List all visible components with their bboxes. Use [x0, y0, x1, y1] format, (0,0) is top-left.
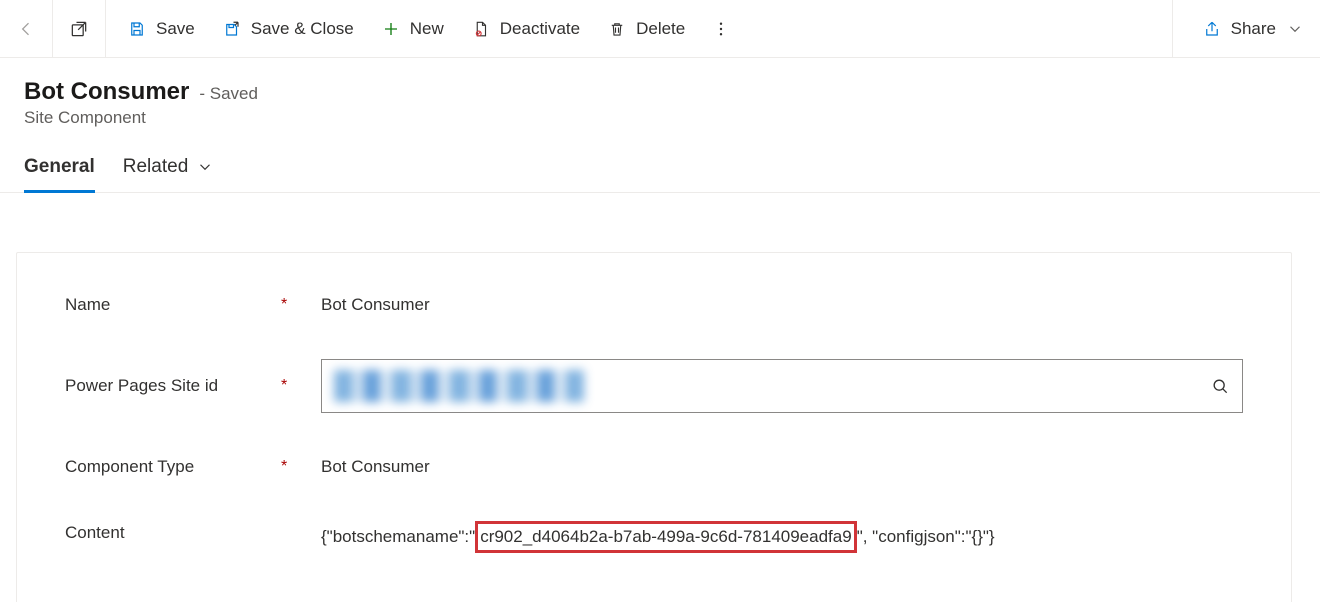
- field-component-type-value[interactable]: Bot Consumer: [321, 457, 1243, 477]
- field-name-value[interactable]: Bot Consumer: [321, 295, 1243, 315]
- delete-label: Delete: [636, 19, 685, 39]
- new-label: New: [410, 19, 444, 39]
- redacted-value: [334, 370, 584, 402]
- field-content: Content {"botschemaname":"cr902_d4064b2a…: [65, 521, 1243, 561]
- overflow-button[interactable]: [705, 13, 737, 45]
- save-close-button[interactable]: Save & Close: [209, 11, 368, 47]
- field-component-type-label: Component Type: [65, 457, 265, 477]
- tab-general-label: General: [24, 156, 95, 178]
- chevron-down-icon: [1286, 20, 1304, 38]
- share-icon: [1203, 20, 1221, 38]
- deactivate-button[interactable]: Deactivate: [458, 11, 594, 47]
- field-site-id-label: Power Pages Site id: [65, 376, 265, 396]
- command-bar: Save Save & Close New Deactivate Delete: [0, 0, 1320, 58]
- save-button[interactable]: Save: [114, 11, 209, 47]
- field-name: Name * Bot Consumer: [65, 285, 1243, 325]
- tab-related-label: Related: [123, 156, 189, 178]
- share-label: Share: [1231, 19, 1276, 39]
- back-button[interactable]: [0, 0, 53, 57]
- popout-icon: [69, 19, 89, 39]
- deactivate-icon: [472, 20, 490, 38]
- field-component-type: Component Type * Bot Consumer: [65, 447, 1243, 487]
- new-button[interactable]: New: [368, 11, 458, 47]
- plus-icon: [382, 20, 400, 38]
- chevron-down-icon: [196, 158, 214, 176]
- tab-strip: General Related: [0, 128, 1320, 193]
- delete-button[interactable]: Delete: [594, 11, 699, 47]
- required-indicator: *: [281, 458, 305, 476]
- required-indicator: *: [281, 296, 305, 314]
- page-title: Bot Consumer: [24, 78, 189, 106]
- popout-button[interactable]: [53, 0, 106, 57]
- more-vertical-icon: [712, 20, 730, 38]
- field-name-label: Name: [65, 295, 265, 315]
- share-button[interactable]: Share: [1189, 11, 1308, 47]
- entity-subtitle: Site Component: [24, 108, 1296, 128]
- save-close-icon: [223, 20, 241, 38]
- field-content-value[interactable]: {"botschemaname":"cr902_d4064b2a-b7ab-49…: [321, 521, 1243, 553]
- tab-general[interactable]: General: [24, 148, 95, 193]
- save-label: Save: [156, 19, 195, 39]
- content-highlight: cr902_d4064b2a-b7ab-499a-9c6d-781409eadf…: [475, 521, 857, 553]
- field-content-label: Content: [65, 521, 265, 543]
- deactivate-label: Deactivate: [500, 19, 580, 39]
- required-indicator: *: [281, 377, 305, 395]
- saved-status: - Saved: [199, 84, 258, 104]
- field-site-id: Power Pages Site id *: [65, 359, 1243, 413]
- form-scroll-region[interactable]: Name * Bot Consumer Power Pages Site id …: [0, 232, 1320, 602]
- arrow-left-icon: [16, 19, 36, 39]
- tab-related[interactable]: Related: [123, 148, 215, 193]
- trash-icon: [608, 20, 626, 38]
- content-prefix: {"botschemaname":": [321, 527, 475, 546]
- content-suffix: ", "configjson":"{}"}: [857, 527, 995, 546]
- form-card: Name * Bot Consumer Power Pages Site id …: [16, 252, 1292, 602]
- site-id-lookup[interactable]: [321, 359, 1243, 413]
- search-icon[interactable]: [1210, 376, 1230, 396]
- save-icon: [128, 20, 146, 38]
- record-header: Bot Consumer - Saved Site Component: [0, 58, 1320, 128]
- save-close-label: Save & Close: [251, 19, 354, 39]
